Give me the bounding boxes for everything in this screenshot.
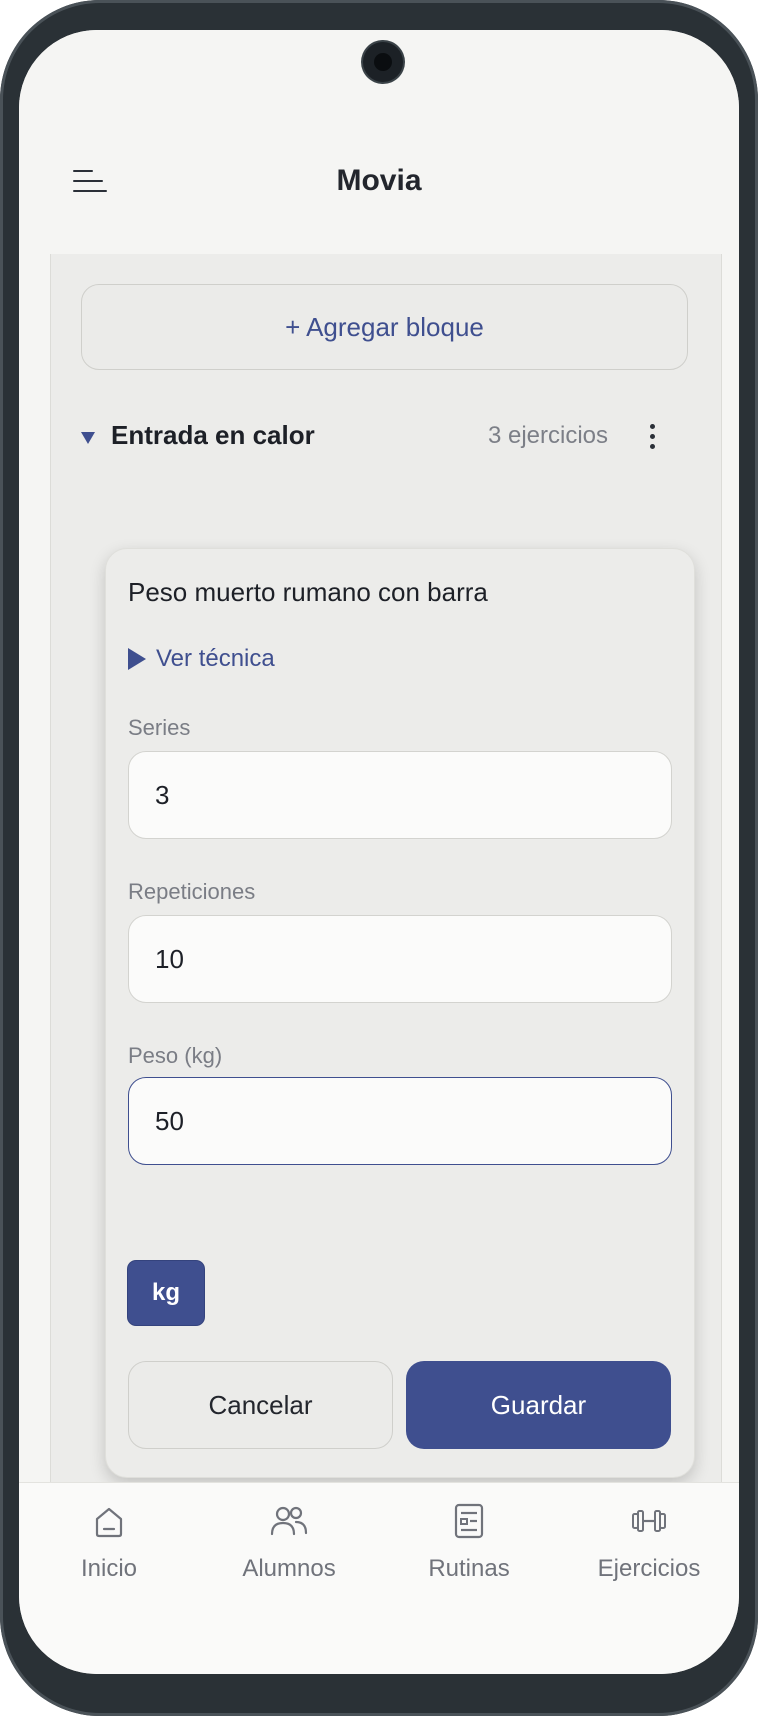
screen: Movia + Agregar bloque Entrada en calor … [19,30,739,1674]
home-icon [95,1507,123,1538]
phone-frame: Movia + Agregar bloque Entrada en calor … [0,0,758,1716]
reps-label: Repeticiones [128,879,256,904]
nav-item-rutinas[interactable]: Rutinas [379,1501,559,1583]
more-options-icon[interactable] [648,424,658,450]
play-triangle-icon [128,648,146,670]
save-button[interactable]: Guardar [406,1361,671,1449]
exercise-edit-card: Peso muerto rumano con barra Ver técnica… [105,548,695,1478]
app-title: Movia [336,164,422,197]
dumbbell-icon [632,1510,666,1532]
block-title: Entrada en calor [111,420,315,450]
front-camera [363,42,403,82]
routine-list-icon [454,1503,484,1539]
weight-input[interactable] [128,1077,672,1165]
block-header[interactable]: Entrada en calor 3 ejercicios [81,414,688,458]
routine-editor: + Agregar bloque Entrada en calor 3 ejer… [50,254,722,1484]
nav-label: Rutinas [428,1555,510,1582]
weight-label: Peso (kg) [128,1043,223,1068]
add-block-button[interactable]: + Agregar bloque [81,284,688,370]
nav-label: Inicio [80,1555,138,1582]
series-label: Series [128,715,191,740]
reps-input[interactable] [128,915,672,1003]
block-exercise-count: 3 ejercicios [487,422,608,449]
view-technique-label: Ver técnica [156,645,275,672]
nav-item-inicio[interactable]: Inicio [19,1501,199,1583]
series-input[interactable] [128,751,672,839]
nav-label: Ejercicios [597,1555,701,1582]
cancel-button[interactable]: Cancelar [128,1361,393,1449]
app-header: Movia [19,30,739,254]
nav-item-ejercicios[interactable]: Ejercicios [559,1501,739,1583]
bottom-navigation: Inicio Alumnos Rutinas Ejercicios [19,1482,739,1674]
exercise-name: Peso muerto rumano con barra [128,577,488,607]
nav-label: Alumnos [242,1555,336,1582]
users-icon [270,1506,308,1536]
nav-item-alumnos[interactable]: Alumnos [199,1501,379,1583]
unit-kg-chip[interactable]: kg [128,1261,204,1325]
view-technique-link[interactable]: Ver técnica [128,645,275,673]
collapse-triangle-icon[interactable] [81,432,95,444]
